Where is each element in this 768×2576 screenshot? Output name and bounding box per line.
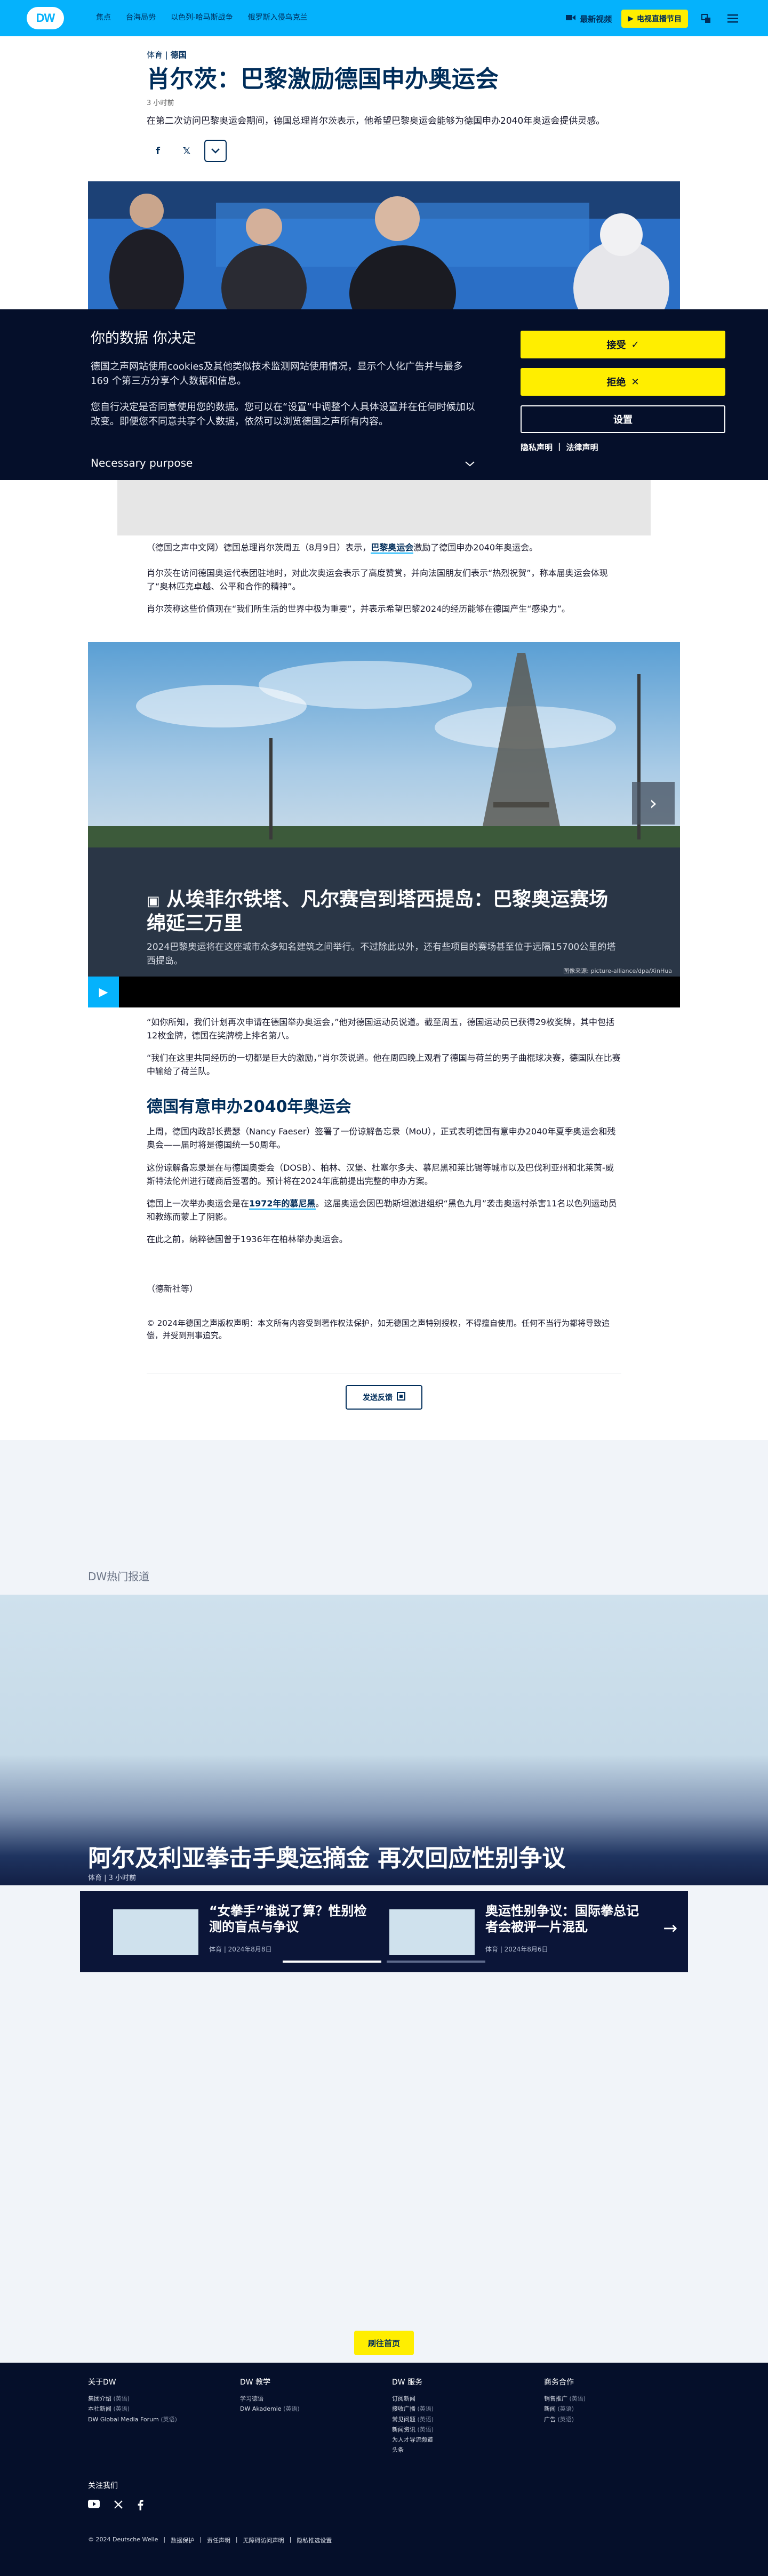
footer-col-about: 关于DW 集团介绍 (英语) 本社新闻 (英语) DW Global Media… — [88, 2378, 177, 2423]
footer-col-services: DW 服务 订阅新闻 接收广播 (英语) 常见问题 (英语) 新闻资讯 (英语)… — [392, 2378, 434, 2454]
accept-cookies-button[interactable]: 接受 ✓ — [521, 331, 725, 358]
data-protection-link[interactable]: 数据保护 — [171, 2536, 194, 2545]
body-paragraph-9: 在此之前，纳粹德国曾于1936年在柏林举办奥运会。 — [147, 1234, 348, 1244]
x-twitter-icon[interactable] — [114, 2500, 123, 2513]
copyright-note: © 2024年德国之声版权声明：本文所有内容受到著作权法保护，如无德国之声特别授… — [147, 1318, 610, 1341]
feedback-icon — [397, 1392, 405, 1403]
share-more-chevron-icon[interactable] — [204, 140, 227, 163]
facebook-icon[interactable] — [137, 2500, 143, 2513]
hot-story-meta: 体育 | 3 小时前 — [88, 1874, 137, 1882]
body-paragraph-5: “我们在这里共同经历的一切都是巨大的激励，”肖尔茨说道。他在周四晚上观看了德国与… — [147, 1053, 621, 1076]
carousel-indicator[interactable] — [283, 1961, 381, 1963]
live-tv-button[interactable]: ▶ 电视直播节目 — [621, 10, 688, 28]
cookie-text-2: 您自行决定是否同意使用您的数据。您可以在“设置”中调整个人具体设置并在任何时候加… — [91, 402, 475, 427]
gallery-caption: ▣ 从埃菲尔铁塔、凡尔赛宫到塔西提岛：巴黎奥运赛场绵延三万里 2024巴黎奥运将… — [147, 887, 616, 968]
body-paragraph-2: 肖尔茨在访问德国奥运代表团驻地时，对此次奥运会表示了高度赞赏，并向法国朋友们表示… — [147, 568, 608, 591]
related-story-card[interactable]: 奥运性别争议：国际拳总记者会被评一片混乱 体育 | 2024年8月6日 — [389, 1903, 656, 1956]
reject-cookies-button[interactable]: 拒绝 ✕ — [521, 368, 725, 396]
article-title: 肖尔茨：巴黎激励德国申办奥运会 — [147, 66, 499, 93]
cookie-settings-button[interactable]: 设置 — [521, 405, 725, 433]
body-paragraph-7: 这份谅解备忘录是在与德国奥委会（DOSB）、柏林、汉堡、杜塞尔多夫、慕尼黑和莱比… — [147, 1163, 614, 1186]
munich-1972-link[interactable]: 1972年的慕尼黑 — [249, 1198, 316, 1210]
body-paragraph-4: “如你所知，我们计划再次申请在德国举办奥运会，”他对德国运动员说道。截至周五，德… — [147, 1017, 614, 1041]
article-header: 体育 | 德国 肖尔茨：巴黎激励德国申办奥运会 3 小时前 在第二次访问巴黎奥运… — [147, 49, 621, 163]
cookie-links: 隐私声明 | 法律声明 — [521, 442, 598, 453]
gallery-next-arrow-icon[interactable]: › — [632, 782, 675, 825]
chevron-down-icon — [465, 457, 475, 469]
privacy-statement-link[interactable]: 隐私声明 — [521, 442, 553, 453]
nav-link-focus[interactable]: 焦点 — [96, 12, 111, 22]
hero-image-scholz-at-games — [88, 181, 680, 309]
gallery-icon: ▣ — [147, 893, 160, 909]
necessary-purpose-toggle[interactable]: Necessary purpose — [91, 457, 475, 469]
carousel-next-arrow-icon[interactable]: → — [663, 1918, 677, 1938]
story-thumbnail — [389, 1909, 475, 1955]
footer-col-learning: DW 教学 学习德语 DW Akademie (英语) — [240, 2378, 300, 2413]
share-bar: f 𝕏 — [147, 140, 621, 163]
source-note: （德新社等） — [147, 1284, 198, 1294]
accessibility-link[interactable]: 无障碍访问声明 — [243, 2536, 284, 2545]
footer-col-business: 商务合作 销售推广 (英语) 新闻 (英语) 广告 (英语) — [544, 2378, 586, 2423]
facebook-icon[interactable]: f — [147, 140, 169, 162]
article-teaser: 在第二次访问巴黎奥运会期间，德国总理肖尔茨表示，他希望巴黎奥运会能够为德国申办2… — [147, 115, 605, 126]
related-story-card[interactable]: “女拳手”谁说了算？性别检测的盲点与争议 体育 | 2024年8月8日 — [113, 1903, 380, 1956]
latest-videos-link[interactable]: 最新视频 — [566, 13, 612, 25]
cookie-text-1: 德国之声网站使用cookies及其他类似技术监测网站使用情况，显示个人化广告并与… — [91, 361, 463, 387]
cookie-consent-banner: 你的数据 你决定 德国之声网站使用cookies及其他类似技术监测网站使用情况，… — [0, 309, 768, 480]
article-kicker: 体育 | 德国 — [147, 50, 187, 60]
privacy-settings-link[interactable]: 隐私推选设置 — [297, 2536, 332, 2545]
language-icon[interactable] — [698, 10, 715, 27]
related-stories-carousel: “女拳手”谁说了算？性别检测的盲点与争议 体育 | 2024年8月8日 奥运性别… — [80, 1891, 688, 1972]
gallery-control-bar: ▶ — [88, 977, 680, 1007]
site-footer: 关于DW 集团介绍 (英语) 本社新闻 (英语) DW Global Media… — [0, 2363, 768, 2576]
x-twitter-icon[interactable]: 𝕏 — [175, 140, 198, 162]
article-timestamp: 3 小时前 — [147, 99, 174, 107]
kicker-region[interactable]: 德国 — [171, 50, 187, 60]
body-paragraph-8: 德国上一次举办奥运会是在1972年的慕尼黑。这届奥运会因巴勒斯坦激进组织“黑色九… — [147, 1198, 617, 1222]
hot-section-label: DW热门报道 — [88, 1570, 150, 1583]
carousel-indicator[interactable] — [387, 1961, 485, 1963]
photo-gallery[interactable]: ▣ 从埃菲尔铁塔、凡尔赛宫到塔西提岛：巴黎奥运赛场绵延三万里 2024巴黎奥运将… — [88, 642, 680, 1007]
dw-logo[interactable]: DW — [27, 7, 64, 29]
paris-olympics-link[interactable]: 巴黎奥运会 — [371, 542, 414, 554]
gallery-description: 2024巴黎奥运将在这座城市众多知名建筑之间举行。不过除此以外，还有些项目的赛场… — [147, 942, 616, 966]
body-paragraph-1: （德国之声中文网）德国总理肖尔茨周五（8月9日）表示，巴黎奥运会激励了德国申办2… — [147, 542, 538, 554]
body-paragraph-3: 肖尔茨称这些价值观在“我们所生活的世界中极为重要”，并表示希望巴黎2024的经历… — [147, 604, 570, 614]
top-right-actions: 最新视频 ▶ 电视直播节目 — [566, 10, 741, 28]
play-icon: ▶ — [628, 14, 634, 23]
story-thumbnail — [113, 1909, 198, 1955]
hot-story-title[interactable]: 阿尔及利亚拳击手奥运摘金 再次回应性别争议 — [88, 1839, 565, 1873]
close-icon: ✕ — [631, 376, 639, 388]
disclaimer-link[interactable]: 责任声明 — [207, 2536, 230, 2545]
gallery-title[interactable]: ▣ 从埃菲尔铁塔、凡尔赛宫到塔西提岛：巴黎奥运赛场绵延三万里 — [147, 887, 616, 935]
footer-legal-links: © 2024 Deutsche Welle | 数据保护 | 责任声明 | 无障碍访问… — [88, 2536, 332, 2545]
back-to-home-button[interactable]: 刷往首页 — [354, 2331, 414, 2355]
nav-link-taiwan[interactable]: 台海局势 — [126, 12, 156, 22]
social-links — [88, 2500, 143, 2513]
follow-us-label: 关注我们 — [88, 2482, 118, 2490]
ad-placeholder — [117, 480, 651, 535]
check-icon: ✓ — [631, 339, 639, 350]
section-heading: 德国有意申办2040年奥运会 — [147, 1098, 351, 1116]
legal-notice-link[interactable]: 法律声明 — [566, 442, 598, 453]
top-navigation-bar: DW 焦点 台海局势 以色列-哈马斯战争 俄罗斯入侵乌克兰 最新视频 ▶ 电视直… — [0, 0, 768, 36]
gallery-credit: 图像来源: picture-alliance/dpa/XinHua — [563, 967, 672, 974]
body-paragraph-6: 上周，德国内政部长费瑟（Nancy Faeser）签署了一份谅解备忘录（MoU）… — [147, 1126, 616, 1150]
menu-icon[interactable] — [724, 10, 741, 27]
youtube-icon[interactable] — [88, 2500, 100, 2513]
nav-link-israel-hamas[interactable]: 以色列-哈马斯战争 — [171, 12, 233, 22]
gallery-play-icon[interactable]: ▶ — [88, 977, 119, 1007]
cookie-title: 你的数据 你决定 — [91, 330, 196, 347]
send-feedback-button[interactable]: 发送反馈 — [346, 1385, 422, 1410]
kicker-section[interactable]: 体育 — [147, 50, 163, 60]
nav-link-ukraine[interactable]: 俄罗斯入侵乌克兰 — [248, 12, 308, 22]
topic-nav: 焦点 台海局势 以色列-哈马斯战争 俄罗斯入侵乌克兰 — [96, 12, 308, 22]
video-icon — [566, 14, 576, 23]
